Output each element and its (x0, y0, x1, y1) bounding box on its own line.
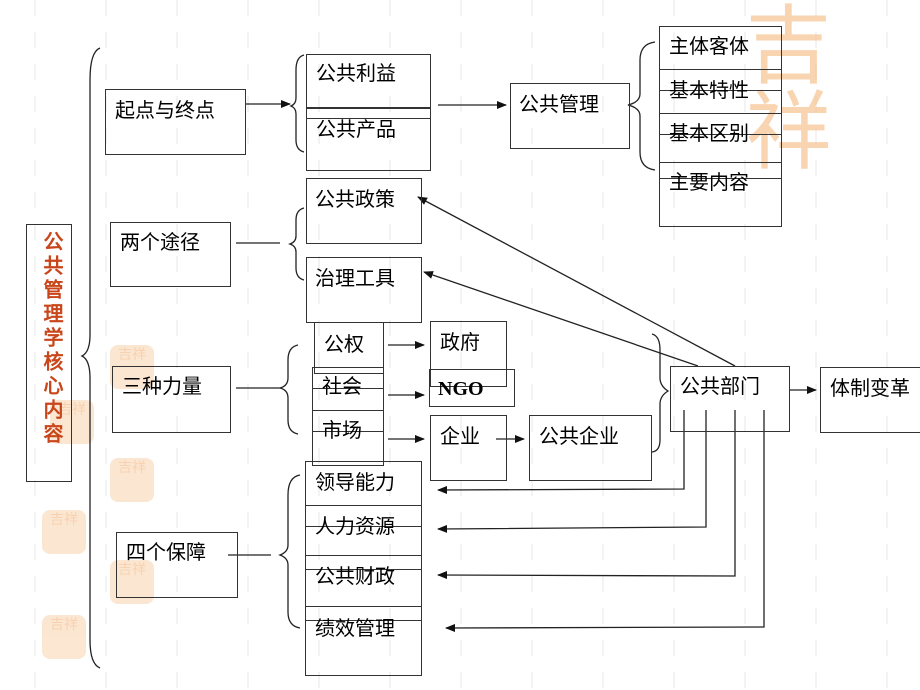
label-two-paths: 两个途径 (120, 230, 200, 254)
label-basic-features: 基本特性 (669, 78, 749, 102)
label-public-interest: 公共利益 (316, 61, 396, 85)
divider (305, 606, 422, 607)
label-public-finance: 公共财政 (315, 564, 395, 588)
label-ngo: NGO (438, 378, 484, 400)
label-market: 市场 (322, 418, 362, 442)
divider (659, 113, 782, 114)
label-public-sector: 公共部门 (680, 374, 760, 398)
divider (659, 69, 782, 70)
brace-public-mgmt (627, 41, 656, 171)
brace-three-forces (279, 344, 299, 435)
brace-two-paths (287, 207, 305, 281)
label-three-forces: 三种力量 (122, 374, 202, 398)
label-human-resources: 人力资源 (315, 514, 395, 538)
label-public-management: 公共管理 (519, 92, 599, 116)
label-performance-management: 绩效管理 (315, 616, 395, 640)
divider (305, 505, 422, 506)
label-subject-object: 主体客体 (669, 34, 749, 58)
label-society: 社会 (322, 374, 362, 398)
label-main-content: 主要内容 (669, 170, 749, 194)
brace-four-guarantees (278, 474, 301, 629)
brace-start-end (289, 54, 305, 153)
divider (659, 162, 782, 163)
label-start-end: 起点与终点 (115, 98, 215, 122)
label-institutional-reform: 体制变革 (830, 376, 910, 400)
divider (305, 555, 422, 556)
label-public-enterprise: 公共企业 (539, 424, 619, 448)
label-public-power: 公权 (324, 332, 364, 356)
label-government: 政府 (440, 330, 480, 354)
label-governance-tools: 治理工具 (315, 266, 395, 290)
label-leadership: 领导能力 (315, 470, 395, 494)
label-basic-differences: 基本区别 (669, 121, 749, 145)
label-enterprise: 企业 (440, 424, 480, 448)
label-four-guarantees: 四个保障 (126, 540, 206, 564)
label-public-goods: 公共产品 (316, 117, 396, 141)
main-brace (80, 47, 101, 669)
label-public-policy: 公共政策 (315, 187, 395, 211)
